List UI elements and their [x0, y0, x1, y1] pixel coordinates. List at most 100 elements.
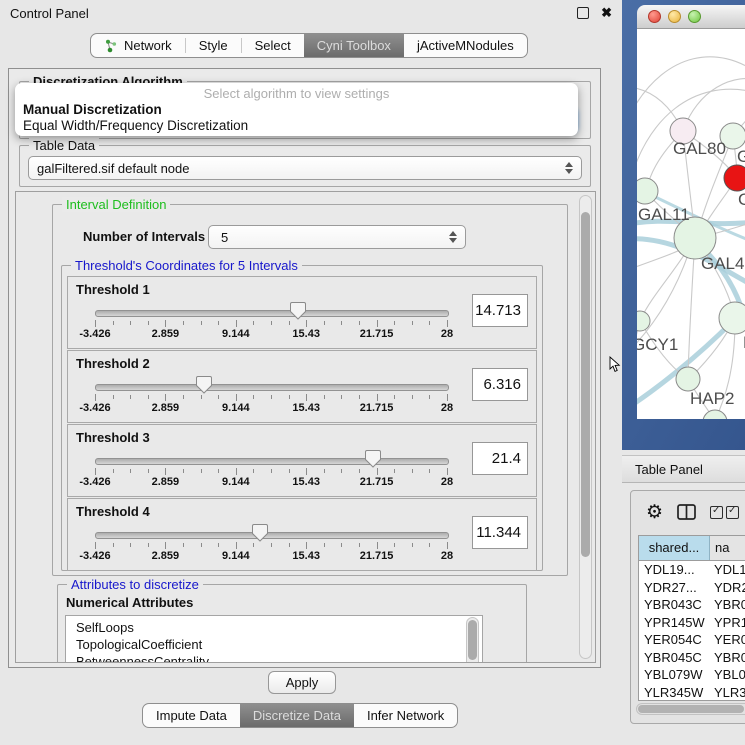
- slider-thumb[interactable]: [196, 375, 212, 394]
- slider-track[interactable]: [95, 458, 449, 465]
- select-all-checkbox-icon[interactable]: [710, 506, 723, 519]
- interval-group-label: Interval Definition: [62, 197, 170, 212]
- network-icon: [104, 39, 118, 53]
- table-data-combo[interactable]: galFiltered.sif default node: [28, 156, 582, 180]
- tab-select[interactable]: Select: [242, 34, 304, 57]
- node-label: GCY1: [637, 335, 678, 354]
- table-row[interactable]: YBL079WYBL0: [639, 666, 745, 684]
- network-node[interactable]: [637, 311, 650, 331]
- tab-label: Cyni Toolbox: [317, 38, 391, 53]
- column-header-shared-name[interactable]: shared...: [639, 536, 710, 560]
- cell-name: YBR0: [709, 649, 745, 667]
- slider-scale-labels: -3.4262.8599.14415.4321.71528: [95, 476, 447, 488]
- settings-scrollbar[interactable]: [579, 195, 592, 659]
- threshold-value-field[interactable]: 14.713: [472, 294, 528, 327]
- tab-style[interactable]: Style: [186, 34, 241, 57]
- close-traffic-light-icon[interactable]: [648, 10, 661, 23]
- cell-name: YLR3: [709, 684, 745, 702]
- network-view-window: GAL80GALCGAL11GAL4GCY1HHAP2: [622, 0, 745, 450]
- table-row[interactable]: YLR345WYLR3: [639, 684, 745, 702]
- table-row[interactable]: YDR27...YDR2: [639, 579, 745, 597]
- columns-view-icon[interactable]: [677, 504, 696, 520]
- column-header-name[interactable]: na: [710, 536, 745, 560]
- attributes-group-label: Attributes to discretize: [67, 577, 203, 592]
- threshold-label: Threshold 3: [76, 430, 150, 445]
- table-row[interactable]: YDL19...YDL1: [639, 561, 745, 579]
- threshold-value-field[interactable]: 21.4: [472, 442, 528, 475]
- network-node[interactable]: [676, 367, 700, 391]
- minimize-traffic-light-icon[interactable]: [668, 10, 681, 23]
- table-row[interactable]: YER054CYER0: [639, 631, 745, 649]
- combo-stepper-icon: [449, 231, 457, 243]
- settings-gear-icon[interactable]: ⚙: [646, 503, 663, 522]
- network-edge[interactable]: [637, 57, 745, 109]
- select-none-checkbox-icon[interactable]: [726, 506, 739, 519]
- cell-shared-name: YBR045C: [639, 649, 709, 667]
- thresholds-group-label: Threshold's Coordinates for 5 Intervals: [71, 258, 302, 273]
- table-panel-region: Table Panel ⚙ shared... na YDL19...YDL1Y…: [622, 450, 745, 745]
- table-row[interactable]: YPR145WYPR1: [639, 614, 745, 632]
- tab-cyni-toolbox[interactable]: Cyni Toolbox: [304, 34, 404, 57]
- slider-track[interactable]: [95, 310, 449, 317]
- tab-jactivemnodules[interactable]: jActiveMNodules: [404, 34, 527, 57]
- network-canvas[interactable]: GAL80GALCGAL11GAL4GCY1HHAP2: [637, 29, 745, 419]
- slider-track[interactable]: [95, 532, 449, 539]
- slider-track[interactable]: [95, 384, 449, 391]
- network-node[interactable]: [637, 178, 658, 204]
- table-row[interactable]: YBR045CYBR0: [639, 649, 745, 667]
- float-window-icon[interactable]: [577, 7, 589, 19]
- table-horizontal-scrollbar[interactable]: [636, 703, 745, 715]
- tab-label: jActiveMNodules: [417, 38, 514, 53]
- close-icon[interactable]: ✖: [601, 5, 612, 21]
- cell-shared-name: YPR145W: [639, 614, 709, 632]
- dropdown-option-manual-discretization[interactable]: Manual Discretization: [15, 102, 578, 118]
- network-window-titlebar[interactable]: [637, 5, 745, 29]
- mouse-cursor: [609, 356, 621, 373]
- bottom-tab-discretize-data[interactable]: Discretize Data: [240, 704, 354, 727]
- tab-label: Style: [199, 38, 228, 53]
- cell-shared-name: YBL079W: [639, 666, 709, 684]
- tab-network[interactable]: Network: [91, 34, 185, 57]
- attributes-groupbox: Attributes to discretize Numerical Attri…: [57, 584, 527, 663]
- attributes-list-scrollbar[interactable]: [466, 617, 479, 663]
- attribute-list-item[interactable]: TopologicalCoefficient: [76, 636, 482, 653]
- dropdown-option-equal-width-frequency-discretization[interactable]: Equal Width/Frequency Discretization: [15, 118, 578, 134]
- threshold-value-field[interactable]: 6.316: [472, 368, 528, 401]
- control-panel: Control Panel ✖ NetworkStyleSelectCyni T…: [0, 0, 622, 745]
- slider-thumb[interactable]: [365, 449, 381, 468]
- threshold-value-field[interactable]: 11.344: [472, 516, 528, 549]
- table-row[interactable]: YBR043CYBR0: [639, 596, 745, 614]
- apply-button[interactable]: Apply: [268, 671, 336, 694]
- network-node[interactable]: [724, 165, 745, 191]
- network-node[interactable]: [703, 410, 727, 419]
- interval-definition-groupbox: Interval Definition Number of Intervals …: [52, 204, 568, 576]
- threshold-panel-1: Threshold 1-3.4262.8599.14415.4321.71528…: [67, 276, 537, 349]
- num-intervals-combo[interactable]: 5: [208, 225, 466, 249]
- threshold-panel-4: Threshold 4-3.4262.8599.14415.4321.71528…: [67, 498, 537, 571]
- bottom-tab-infer-network[interactable]: Infer Network: [354, 704, 457, 727]
- cell-shared-name: YBR043C: [639, 596, 709, 614]
- node-label: C: [738, 190, 745, 209]
- cyni-toolbox-content: Discretization Algorithm Select algorith…: [8, 68, 601, 668]
- slider-thumb[interactable]: [252, 523, 268, 542]
- slider-thumb[interactable]: [290, 301, 306, 320]
- node-label: GAL11: [638, 205, 690, 224]
- bottom-tab-label: Discretize Data: [253, 708, 341, 723]
- zoom-traffic-light-icon[interactable]: [688, 10, 701, 23]
- bottom-tab-bar: Impute Data Discretize Data Infer Network: [142, 703, 458, 728]
- numerical-attributes-list[interactable]: SelfLoopsTopologicalCoefficientBetweenne…: [65, 615, 483, 663]
- node-label: GAL4: [701, 254, 744, 273]
- slider-scale-labels: -3.4262.8599.14415.4321.71528: [95, 328, 447, 340]
- dropdown-placeholder-option[interactable]: Select algorithm to view settings: [15, 86, 578, 102]
- attribute-list-item[interactable]: SelfLoops: [76, 619, 482, 636]
- table-data-groupbox: Table Data galFiltered.sif default node: [19, 145, 591, 187]
- cell-shared-name: YDL19...: [639, 561, 709, 579]
- network-node[interactable]: [719, 302, 745, 334]
- slider-ticks: [95, 542, 447, 549]
- tab-label: Select: [255, 38, 291, 53]
- attribute-list-item[interactable]: BetweennessCentrality: [76, 653, 482, 663]
- cell-name: YDL1: [709, 561, 745, 579]
- cell-name: YPR1: [709, 614, 745, 632]
- bottom-tab-impute-data[interactable]: Impute Data: [143, 704, 240, 727]
- slider-scale-labels: -3.4262.8599.14415.4321.71528: [95, 550, 447, 562]
